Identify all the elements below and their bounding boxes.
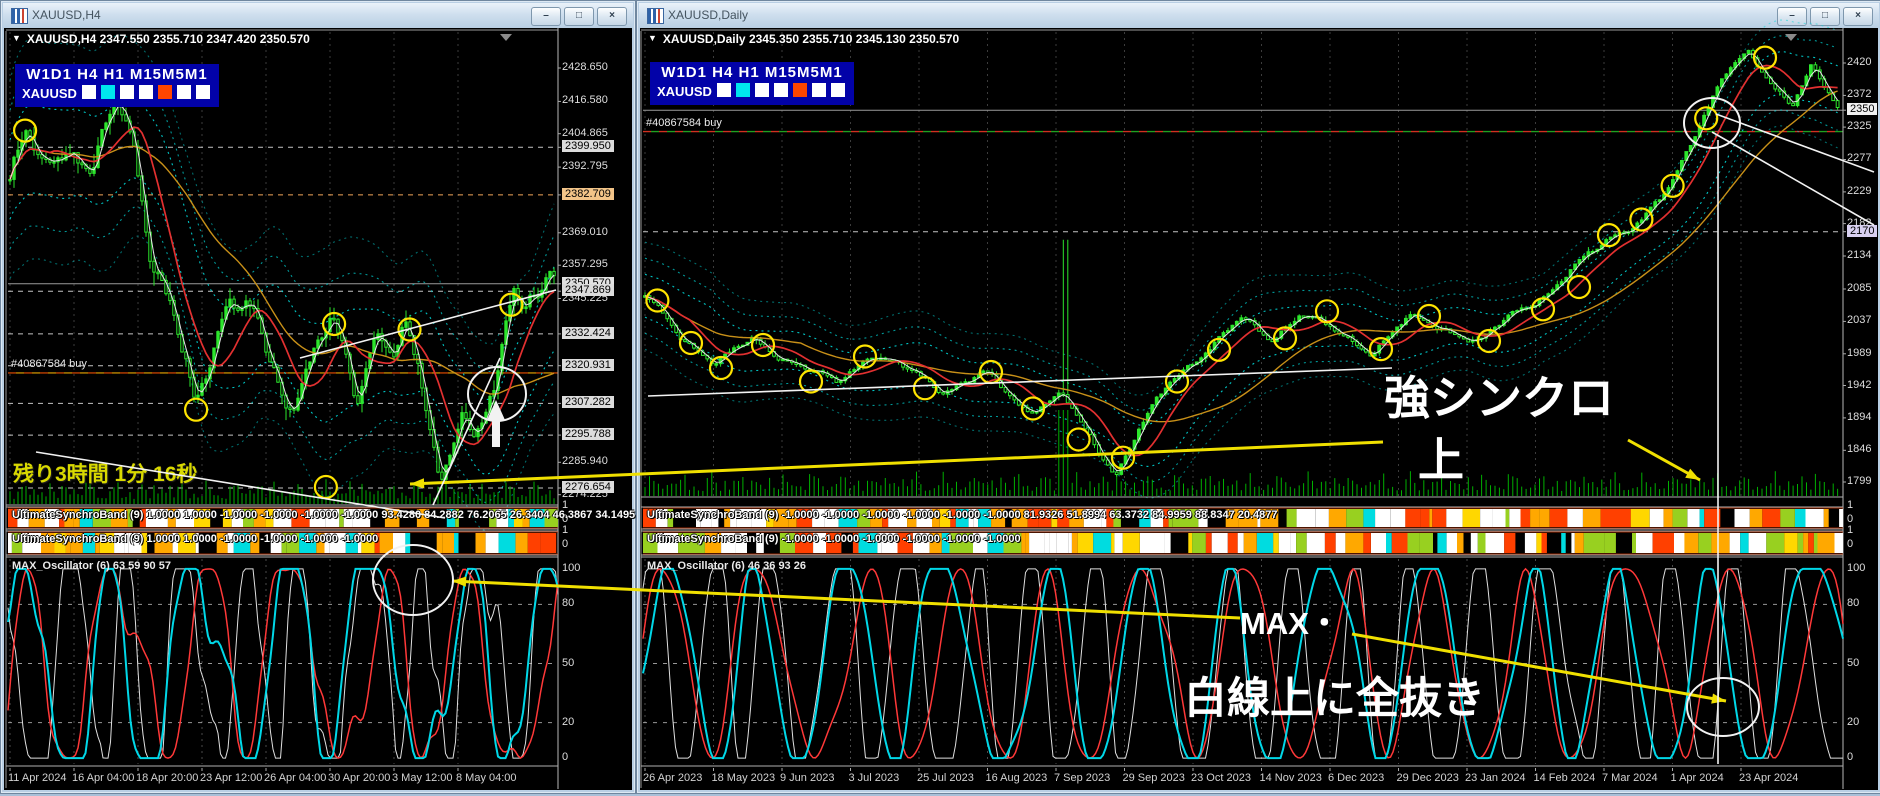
window-title: XAUUSD,H4: [32, 8, 101, 22]
annotation-text: 強シンクロ: [1384, 372, 1614, 424]
chart-window-icon: [647, 8, 664, 24]
mt4-workspace: XAUUSD,H4 – □ × XAUUSD,Daily – □ × ▼ XAUU…: [0, 0, 1880, 796]
annotation-text: 上: [1418, 434, 1464, 486]
chart-area-h4[interactable]: [4, 28, 632, 790]
titlebar-daily[interactable]: XAUUSD,Daily – □ ×: [639, 3, 1879, 28]
chart-window-h4: XAUUSD,H4 – □ ×: [0, 0, 636, 794]
close-button[interactable]: ×: [597, 7, 627, 26]
annotation-text: 白線上に全抜き: [1184, 675, 1485, 723]
titlebar-h4[interactable]: XAUUSD,H4 – □ ×: [3, 3, 633, 28]
window-title: XAUUSD,Daily: [668, 8, 749, 22]
minimize-button[interactable]: –: [531, 7, 561, 26]
minimize-button[interactable]: –: [1777, 7, 1807, 26]
close-button[interactable]: ×: [1843, 7, 1873, 26]
annotation-text: MAX・: [1240, 606, 1340, 641]
chart-window-icon: [11, 8, 28, 24]
restore-button[interactable]: □: [1810, 7, 1840, 26]
restore-button[interactable]: □: [564, 7, 594, 26]
